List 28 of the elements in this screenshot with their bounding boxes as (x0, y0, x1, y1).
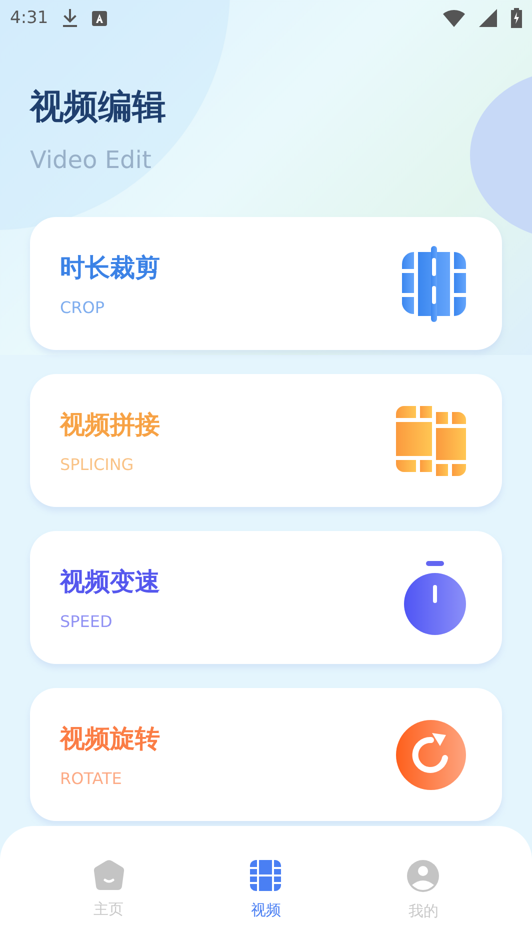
signal-icon (479, 9, 497, 27)
user-icon (407, 860, 440, 892)
feature-card[interactable]: 视频变速 SPEED (30, 531, 502, 664)
feature-card[interactable]: 时长裁剪 CROP (30, 217, 502, 350)
page-title: 视频编辑 (30, 86, 167, 129)
home-icon (92, 860, 125, 890)
card-subtitle: SPEED (60, 612, 114, 630)
film-grid-icon (250, 860, 282, 891)
card-title: 视频旋转 (60, 722, 161, 754)
download-icon (62, 8, 78, 28)
battery-charging-icon (511, 8, 522, 28)
card-title: 视频拼接 (60, 408, 161, 440)
stopwatch-icon (404, 560, 466, 634)
rotate-icon (396, 720, 466, 790)
film-strip-icon (402, 246, 466, 322)
feature-card[interactable]: 视频拼接 SPLICING (30, 374, 502, 507)
wifi-icon (443, 9, 465, 27)
card-title: 视频变速 (60, 566, 161, 598)
card-subtitle: SPLICING (60, 454, 135, 474)
feature-card[interactable]: 视频旋转 ROTATE (30, 688, 502, 821)
grid-blocks-icon (396, 406, 466, 476)
card-subtitle: CROP (60, 298, 106, 316)
keyboard-badge-icon (92, 10, 108, 26)
nav-tab[interactable]: 视频 (226, 826, 306, 947)
status-time: 4:31 (10, 8, 48, 28)
card-title: 时长裁剪 (60, 252, 161, 284)
card-subtitle: ROTATE (60, 768, 123, 788)
page-subtitle: Video Edit (30, 146, 152, 174)
